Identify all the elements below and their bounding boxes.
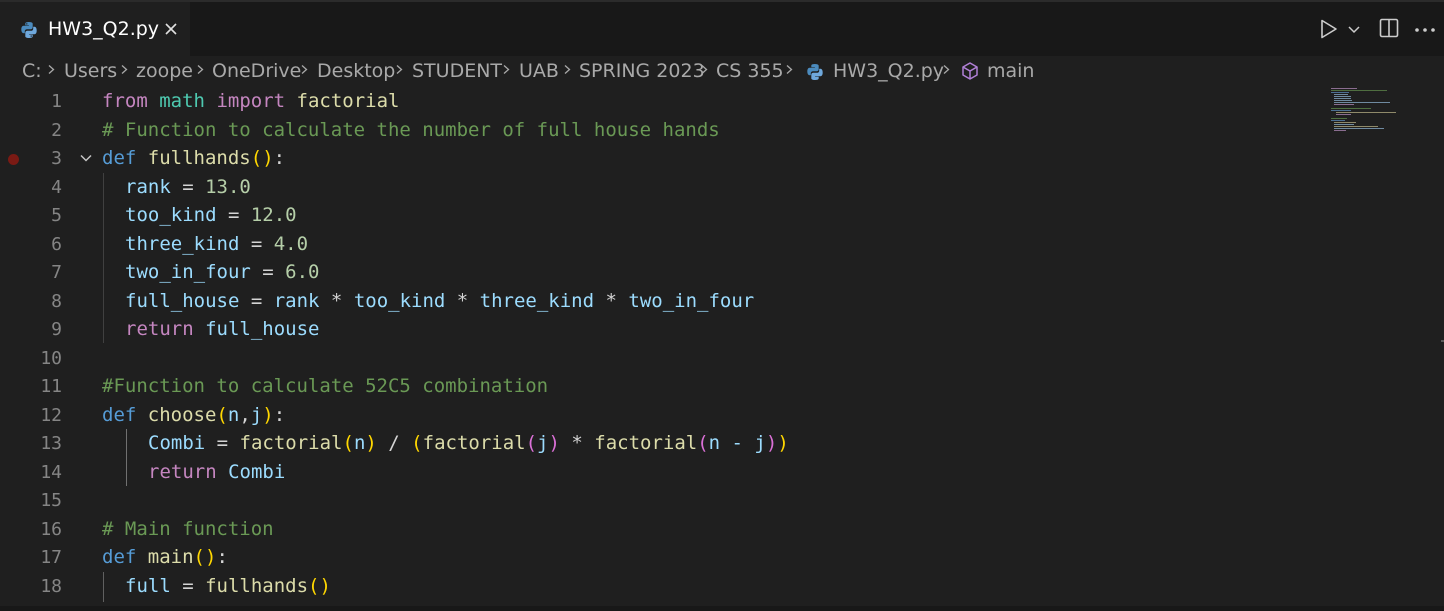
line-number: 8 bbox=[51, 290, 62, 312]
chevron-right-icon bbox=[503, 65, 510, 74]
comment: #Function to calculate 52C5 combination bbox=[102, 375, 549, 397]
editor-bottom-edge bbox=[0, 606, 1444, 611]
line-number: 9 bbox=[51, 319, 62, 340]
tab-label: HW3_Q2.py bbox=[48, 18, 160, 40]
chevron-right-icon bbox=[701, 65, 708, 74]
comment: # Function to calculate the number of fu… bbox=[102, 118, 720, 141]
chevron-right-icon bbox=[121, 65, 128, 74]
code-line[interactable]: 13 Combi = factorial(n) / (factorial(j) … bbox=[0, 430, 1300, 458]
breadcrumb-item[interactable]: OneDrive bbox=[212, 60, 301, 82]
code-text: def choose(n,j): bbox=[102, 403, 286, 426]
ellipsis-icon[interactable] bbox=[1414, 27, 1436, 33]
code-line[interactable]: 9 return full_house bbox=[0, 316, 1300, 344]
breadcrumb-item[interactable]: zoope bbox=[136, 60, 193, 82]
breadcrumb-item[interactable]: HW3_Q2.py bbox=[833, 60, 944, 82]
line-number: 10 bbox=[40, 347, 62, 369]
code-line[interactable]: 4 rank = 13.0 bbox=[0, 174, 1300, 202]
line-number: 17 bbox=[40, 547, 62, 568]
line-number: 6 bbox=[51, 233, 62, 255]
chevron-right-icon bbox=[197, 65, 204, 74]
line-number: 3 bbox=[51, 148, 62, 169]
code-text: too_kind = 12.0 bbox=[125, 204, 297, 226]
code-line[interactable]: 11 #Function to calculate 52C5 combinati… bbox=[0, 373, 1300, 401]
breadcrumb-item[interactable]: STUDENT bbox=[412, 60, 502, 82]
line-number: 1 bbox=[51, 91, 62, 112]
chevron-right-icon bbox=[564, 65, 571, 74]
line-number: 2 bbox=[51, 119, 62, 141]
chevron-right-icon bbox=[943, 65, 950, 74]
breadcrumb-item[interactable]: Desktop bbox=[317, 60, 395, 82]
line-number: 13 bbox=[40, 433, 62, 454]
tab-bar: HW3_Q2.py bbox=[0, 2, 1444, 56]
play-icon[interactable] bbox=[1320, 19, 1338, 39]
code-line[interactable]: 5 too_kind = 12.0 bbox=[0, 202, 1300, 230]
line-number: 14 bbox=[40, 461, 62, 483]
code-line[interactable]: 6 three_kind = 4.0 bbox=[0, 231, 1300, 259]
line-number: 15 bbox=[40, 490, 62, 511]
line-number: 16 bbox=[40, 518, 62, 540]
line-number: 7 bbox=[51, 262, 62, 283]
code-text: rank = 13.0 bbox=[125, 175, 251, 198]
code-line[interactable]: 2 # Function to calculate the number of … bbox=[0, 117, 1300, 145]
breadcrumb-item[interactable]: C: bbox=[22, 60, 42, 82]
line-number: 11 bbox=[40, 376, 62, 397]
minimap[interactable] bbox=[1328, 88, 1408, 148]
code-text: full = fullhands() bbox=[125, 574, 331, 597]
code-text: return full_house bbox=[125, 318, 320, 340]
split-editor-icon[interactable] bbox=[1379, 18, 1399, 38]
line-number: 18 bbox=[40, 575, 62, 597]
breadcrumb: C: Users zoope OneDrive Desktop STUDENT … bbox=[0, 56, 1444, 88]
chevron-right-icon bbox=[48, 65, 55, 74]
line-number: 4 bbox=[51, 176, 62, 198]
breadcrumb-item[interactable]: SPRING 2023 bbox=[579, 60, 705, 82]
code-text: def main(): bbox=[102, 546, 228, 568]
breadcrumb-item[interactable]: Users bbox=[64, 60, 117, 82]
code-line[interactable]: 17 def main(): bbox=[0, 544, 1300, 572]
code-text: three_kind = 4.0 bbox=[125, 232, 309, 255]
code-line[interactable]: 16 # Main function bbox=[0, 516, 1300, 544]
chevron-right-icon bbox=[786, 65, 793, 74]
code-line[interactable]: 14 return Combi bbox=[0, 459, 1300, 487]
code-text: return Combi bbox=[148, 460, 286, 483]
code-text: two_in_four = 6.0 bbox=[125, 261, 320, 283]
python-icon bbox=[21, 22, 37, 38]
python-icon bbox=[807, 64, 823, 80]
code-text: def fullhands(): bbox=[102, 147, 286, 169]
chevron-down-icon[interactable] bbox=[1348, 25, 1360, 35]
code-line[interactable]: 12 def choose(n,j): bbox=[0, 402, 1300, 430]
code-line[interactable]: 3 def fullhands(): bbox=[0, 145, 1300, 173]
chevron-right-icon bbox=[396, 65, 403, 74]
code-line[interactable]: 18 full = fullhands() bbox=[0, 573, 1300, 601]
code-editor[interactable]: 1 from math import factorial 2 # Functio… bbox=[0, 88, 1444, 611]
breadcrumb-item[interactable]: CS 355 bbox=[716, 60, 784, 82]
breadcrumb-item[interactable]: main bbox=[987, 60, 1034, 82]
chevron-down-icon[interactable] bbox=[79, 151, 93, 165]
close-icon[interactable] bbox=[160, 17, 182, 41]
code-text: from math import factorial bbox=[102, 90, 400, 112]
code-text: full_house = rank * too_kind * three_kin… bbox=[125, 289, 755, 312]
comment: # Main function bbox=[102, 517, 274, 540]
code-line[interactable]: 15 bbox=[0, 487, 1300, 515]
chevron-right-icon bbox=[301, 65, 308, 74]
line-number: 12 bbox=[40, 404, 62, 426]
code-line[interactable]: 1 from math import factorial bbox=[0, 88, 1300, 116]
code-text: Combi = factorial(n) / (factorial(j) * f… bbox=[148, 432, 789, 454]
code-line[interactable]: 8 full_house = rank * too_kind * three_k… bbox=[0, 288, 1300, 316]
breadcrumb-item[interactable]: UAB bbox=[519, 60, 559, 82]
code-line[interactable]: 7 two_in_four = 6.0 bbox=[0, 259, 1300, 287]
tab-hw3-q2[interactable]: HW3_Q2.py bbox=[0, 2, 190, 56]
code-line[interactable]: 10 bbox=[0, 345, 1300, 373]
line-number: 5 bbox=[51, 205, 62, 226]
symbol-method-icon bbox=[962, 62, 978, 80]
